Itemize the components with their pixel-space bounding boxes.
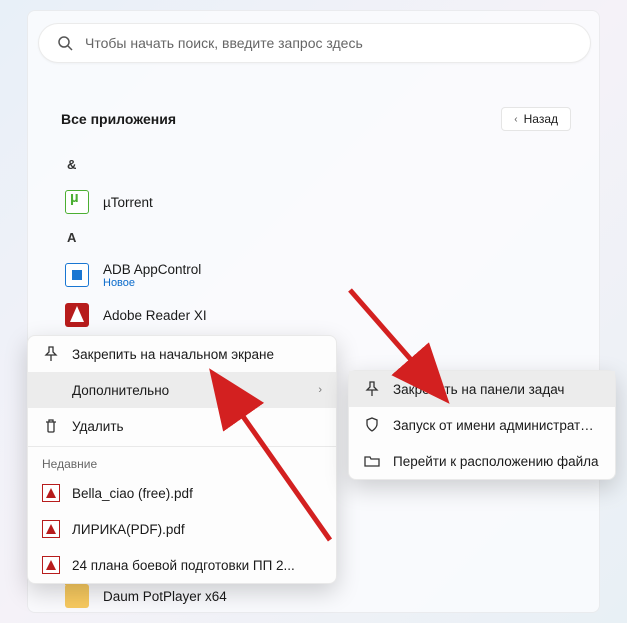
folder-icon (65, 584, 89, 608)
app-label: ADB AppControl (103, 262, 201, 277)
app-label: Adobe Reader XI (103, 308, 207, 323)
recent-file-2[interactable]: ЛИРИКА(PDF).pdf (28, 511, 336, 547)
all-apps-title: Все приложения (61, 111, 176, 127)
new-badge: Новое (103, 277, 201, 289)
pdf-icon (42, 484, 60, 502)
app-row-utorrent[interactable]: µTorrent (61, 182, 571, 222)
trash-icon (42, 417, 60, 435)
menu-label: Запуск от имени администратора (393, 418, 601, 433)
app-row-adb[interactable]: ADB AppControl Новое (61, 255, 571, 295)
menu-label: Закрепить на начальном экране (72, 347, 322, 362)
back-button[interactable]: ‹ Назад (501, 107, 571, 131)
menu-label: Перейти к расположению файла (393, 454, 601, 469)
menu-label: Удалить (72, 419, 322, 434)
search-icon (57, 35, 73, 51)
pin-icon (42, 345, 60, 363)
menu-item-run-admin[interactable]: Запуск от имени администратора (349, 407, 615, 443)
app-label: µTorrent (103, 195, 153, 210)
menu-item-open-location[interactable]: Перейти к расположению файла (349, 443, 615, 479)
file-label: Bella_ciao (free).pdf (72, 486, 322, 501)
letter-header-amp[interactable]: & (61, 149, 571, 182)
pdf-icon (42, 520, 60, 538)
app-label: Daum PotPlayer x64 (103, 589, 227, 604)
recent-section-label: Недавние (28, 449, 336, 475)
blank-icon (42, 381, 60, 399)
pin-icon (363, 380, 381, 398)
adb-icon (65, 263, 89, 287)
app-row-adobe[interactable]: Adobe Reader XI (61, 295, 571, 335)
menu-label: Дополнительно (72, 383, 298, 398)
menu-item-pin-taskbar[interactable]: Закрепить на панели задач (349, 371, 615, 407)
context-menu-submenu: Закрепить на панели задач Запуск от имен… (348, 370, 616, 480)
chevron-right-icon: › (318, 384, 322, 396)
file-label: ЛИРИКА(PDF).pdf (72, 522, 322, 537)
menu-item-more[interactable]: Дополнительно › (28, 372, 336, 408)
back-label: Назад (524, 112, 558, 126)
file-label: 24 плана боевой подготовки ПП 2... (72, 558, 322, 573)
folder-open-icon (363, 452, 381, 470)
letter-header-a[interactable]: A (61, 222, 571, 255)
recent-file-1[interactable]: Bella_ciao (free).pdf (28, 475, 336, 511)
menu-item-delete[interactable]: Удалить (28, 408, 336, 444)
chevron-left-icon: ‹ (514, 114, 517, 125)
context-menu-primary: Закрепить на начальном экране Дополнител… (27, 335, 337, 584)
divider (28, 446, 336, 447)
adobe-reader-icon (65, 303, 89, 327)
menu-item-pin-start[interactable]: Закрепить на начальном экране (28, 336, 336, 372)
search-box[interactable] (38, 23, 591, 63)
pdf-icon (42, 556, 60, 574)
menu-label: Закрепить на панели задач (393, 382, 601, 397)
search-input[interactable] (85, 35, 572, 51)
recent-file-3[interactable]: 24 плана боевой подготовки ПП 2... (28, 547, 336, 583)
utorrent-icon (65, 190, 89, 214)
shield-icon (363, 416, 381, 434)
